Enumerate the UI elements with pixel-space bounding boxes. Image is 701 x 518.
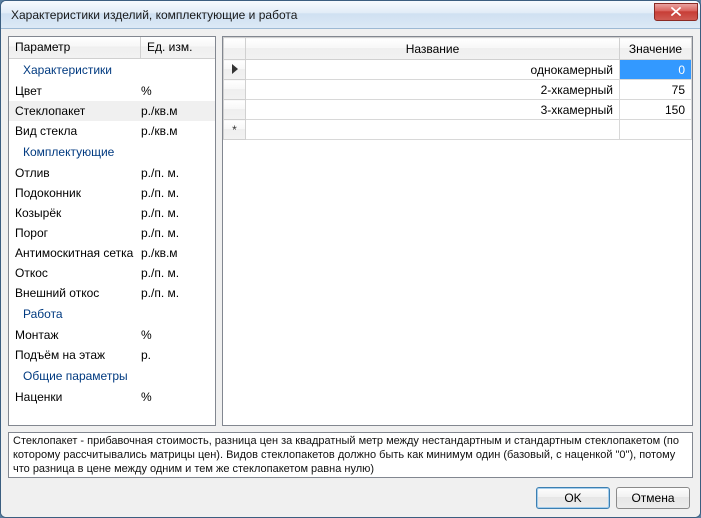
group-header: Работа — [9, 303, 215, 325]
close-button[interactable] — [654, 3, 698, 21]
parameter-row[interactable]: Отливр./п. м. — [9, 163, 215, 183]
parameter-name: Подъём на этаж — [15, 348, 141, 362]
parameter-row[interactable]: Антимоскитная сеткар./кв.м — [9, 243, 215, 263]
cell-name[interactable]: 3-хкамерный — [246, 100, 620, 120]
parameter-unit: р./п. м. — [141, 186, 209, 200]
titlebar[interactable]: Характеристики изделий, комплектующие и … — [1, 1, 700, 29]
parameter-row[interactable]: Откоср./п. м. — [9, 263, 215, 283]
parameter-unit: р./кв.м — [141, 246, 209, 260]
parameter-unit: % — [141, 84, 209, 98]
parameter-unit: р./п. м. — [141, 266, 209, 280]
client-area: Параметр Ед. изм. ХарактеристикиЦвет%Сте… — [1, 29, 700, 517]
col-header-unit[interactable]: Ед. изм. — [141, 37, 215, 58]
parameter-name: Наценки — [15, 390, 141, 404]
ok-button[interactable]: OK — [536, 487, 610, 509]
row-header — [224, 80, 246, 100]
description-panel: Стеклопакет - прибавочная стоимость, раз… — [8, 432, 693, 478]
parameter-row[interactable]: Козырёкр./п. м. — [9, 203, 215, 223]
parameter-row[interactable]: Цвет% — [9, 81, 215, 101]
col-header-param[interactable]: Параметр — [9, 37, 141, 58]
parameter-row[interactable]: Порогр./п. м. — [9, 223, 215, 243]
parameter-name: Стеклопакет — [15, 104, 141, 118]
dialog-buttons: OK Отмена — [536, 487, 690, 509]
parameter-unit: р. — [141, 348, 209, 362]
value-grid[interactable]: Название Значение однокамерный02-хкамерн… — [222, 36, 693, 426]
table-row[interactable]: 2-хкамерный75 — [224, 80, 692, 100]
parameter-list[interactable]: Параметр Ед. изм. ХарактеристикиЦвет%Сте… — [8, 36, 216, 426]
data-grid: Название Значение однокамерный02-хкамерн… — [223, 37, 692, 140]
cell-value[interactable] — [620, 120, 692, 140]
main-row: Параметр Ед. изм. ХарактеристикиЦвет%Сте… — [8, 36, 693, 426]
table-row[interactable]: однокамерный0 — [224, 60, 692, 80]
cell-name[interactable] — [246, 120, 620, 140]
parameter-name: Порог — [15, 226, 141, 240]
parameter-unit: % — [141, 390, 209, 404]
parameter-name: Откос — [15, 266, 141, 280]
cell-value[interactable]: 75 — [620, 80, 692, 100]
parameter-name: Цвет — [15, 84, 141, 98]
cell-value[interactable]: 150 — [620, 100, 692, 120]
row-header — [224, 60, 246, 80]
current-row-icon — [232, 64, 238, 74]
parameter-name: Козырёк — [15, 206, 141, 220]
parameter-row[interactable]: Подоконникр./п. м. — [9, 183, 215, 203]
parameter-name: Внешний откос — [15, 286, 141, 300]
dialog-window: Характеристики изделий, комплектующие и … — [0, 0, 701, 518]
window-title: Характеристики изделий, комплектующие и … — [11, 8, 654, 22]
parameter-unit: % — [141, 328, 209, 342]
grid-corner — [224, 38, 246, 60]
parameter-unit: р./кв.м — [141, 104, 209, 118]
parameter-unit: р./п. м. — [141, 166, 209, 180]
col-header-value[interactable]: Значение — [620, 38, 692, 60]
cell-name[interactable]: однокамерный — [246, 60, 620, 80]
table-row[interactable]: 3-хкамерный150 — [224, 100, 692, 120]
group-header: Характеристики — [9, 59, 215, 81]
parameter-unit: р./кв.м — [141, 124, 209, 138]
parameter-unit: р./п. м. — [141, 226, 209, 240]
parameter-row[interactable]: Внешний откоср./п. м. — [9, 283, 215, 303]
new-row[interactable]: * — [224, 120, 692, 140]
parameter-list-body: ХарактеристикиЦвет%Стеклопакетр./кв.мВид… — [9, 59, 215, 425]
parameter-row[interactable]: Монтаж% — [9, 325, 215, 345]
parameter-unit: р./п. м. — [141, 206, 209, 220]
close-icon — [671, 7, 681, 16]
parameter-row[interactable]: Подъём на этажр. — [9, 345, 215, 365]
cell-value[interactable]: 0 — [620, 60, 692, 80]
parameter-row[interactable]: Наценки% — [9, 387, 215, 407]
parameter-row[interactable]: Вид стеклар./кв.м — [9, 121, 215, 141]
parameter-name: Подоконник — [15, 186, 141, 200]
row-header — [224, 100, 246, 120]
parameter-name: Вид стекла — [15, 124, 141, 138]
parameter-row[interactable]: Стеклопакетр./кв.м — [9, 101, 215, 121]
parameter-name: Монтаж — [15, 328, 141, 342]
group-header: Комплектующие — [9, 141, 215, 163]
row-header: * — [224, 120, 246, 140]
cancel-button[interactable]: Отмена — [616, 487, 690, 509]
parameter-unit: р./п. м. — [141, 286, 209, 300]
parameter-name: Антимоскитная сетка — [15, 246, 141, 260]
parameter-name: Отлив — [15, 166, 141, 180]
col-header-name[interactable]: Название — [246, 38, 620, 60]
cell-name[interactable]: 2-хкамерный — [246, 80, 620, 100]
group-header: Общие параметры — [9, 365, 215, 387]
new-row-icon: * — [232, 123, 237, 137]
parameter-list-header: Параметр Ед. изм. — [9, 37, 215, 59]
